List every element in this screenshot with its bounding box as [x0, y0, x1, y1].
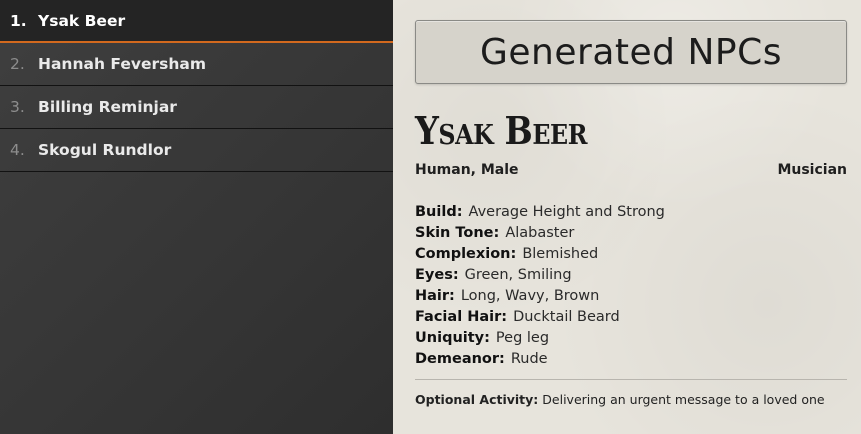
attribute-row-complexion: Complexion: Blemished — [415, 244, 847, 265]
attribute-value: Average Height and Strong — [468, 204, 665, 220]
npc-meta-row: Human, Male Musician — [415, 162, 847, 178]
attribute-label: Eyes: — [415, 267, 459, 283]
attribute-label: Hair: — [415, 288, 455, 304]
attribute-row-hair: Hair: Long, Wavy, Brown — [415, 286, 847, 307]
list-item-number: 1. — [10, 11, 27, 30]
attribute-label: Facial Hair: — [415, 309, 508, 325]
list-item-number: 2. — [10, 55, 25, 73]
list-item-name: Skogul Rundlor — [38, 141, 172, 159]
npc-attributes: Build: Average Height and Strong Skin Ton… — [415, 202, 847, 370]
attribute-row-skin-tone: Skin Tone: Alabaster — [415, 223, 847, 244]
attribute-label: Uniquity: — [415, 330, 490, 346]
attribute-row-build: Build: Average Height and Strong — [415, 202, 847, 223]
attribute-row-demeanor: Demeanor: Rude — [415, 349, 847, 370]
attribute-value: Ducktail Beard — [513, 309, 620, 325]
attribute-value: Alabaster — [505, 225, 575, 241]
list-item-name: Ysak Beer — [38, 11, 126, 30]
page-title: Generated NPCs — [480, 31, 782, 73]
page-header: Generated NPCs — [415, 20, 847, 84]
attribute-value: Long, Wavy, Brown — [460, 288, 600, 304]
npc-sidebar: 1. Ysak Beer 2. Hannah Feversham 3. Bill… — [0, 0, 393, 434]
optional-activity-label: Optional Activity: — [415, 392, 539, 407]
list-item-name: Billing Reminjar — [38, 98, 177, 116]
attribute-label: Build: — [415, 204, 463, 220]
npc-occupation: Musician — [777, 162, 847, 178]
sidebar-item-hannah-feversham[interactable]: 2. Hannah Feversham — [0, 43, 393, 86]
list-item-name: Hannah Feversham — [38, 55, 206, 73]
npc-list: 1. Ysak Beer 2. Hannah Feversham 3. Bill… — [0, 0, 393, 172]
attribute-value: Rude — [510, 351, 548, 367]
attribute-value: Green, Smiling — [464, 267, 572, 283]
attribute-label: Demeanor: — [415, 351, 505, 367]
sidebar-item-ysak-beer[interactable]: 1. Ysak Beer — [0, 0, 393, 43]
npc-detail-panel: Generated NPCs Ysak Beer Human, Male Mus… — [393, 0, 861, 434]
attribute-row-facial-hair: Facial Hair: Ducktail Beard — [415, 307, 847, 328]
section-divider — [415, 379, 847, 380]
list-item-number: 3. — [10, 98, 25, 116]
app-root: 1. Ysak Beer 2. Hannah Feversham 3. Bill… — [0, 0, 861, 434]
sidebar-item-billing-reminjar[interactable]: 3. Billing Reminjar — [0, 86, 393, 129]
attribute-row-uniquity: Uniquity: Peg leg — [415, 328, 847, 349]
npc-race-gender: Human, Male — [415, 162, 519, 178]
attribute-label: Skin Tone: — [415, 225, 500, 241]
optional-activity: Optional Activity: Delivering an urgent m… — [415, 392, 847, 407]
npc-name-heading: Ysak Beer — [415, 108, 588, 153]
attribute-row-eyes: Eyes: Green, Smiling — [415, 265, 847, 286]
attribute-value: Blemished — [522, 246, 599, 262]
sidebar-item-skogul-rundlor[interactable]: 4. Skogul Rundlor — [0, 129, 393, 172]
attribute-label: Complexion: — [415, 246, 517, 262]
attribute-value: Peg leg — [495, 330, 550, 346]
optional-activity-value: Delivering an urgent message to a loved … — [542, 392, 825, 407]
list-item-number: 4. — [10, 141, 25, 159]
